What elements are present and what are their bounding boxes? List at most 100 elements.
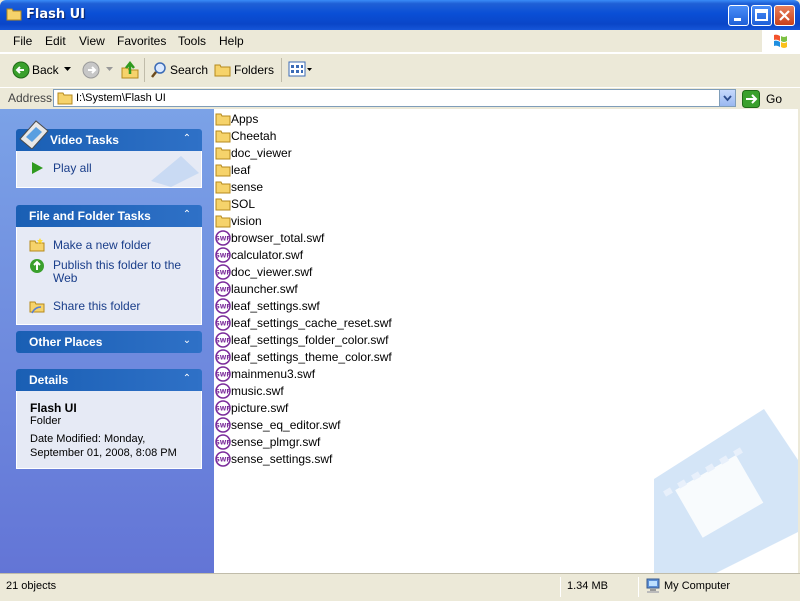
address-bar: Address I:\System\Flash UI Go xyxy=(0,87,800,110)
make-new-folder-label: Make a new folder xyxy=(53,238,152,252)
windows-flag-icon xyxy=(774,34,787,48)
title-bar[interactable]: Flash UI xyxy=(0,0,800,30)
file-name: browser_total.swf xyxy=(231,231,325,245)
chevron-down-icon xyxy=(723,95,732,102)
chevron-up-icon[interactable]: ⌃ xyxy=(180,208,194,222)
svg-text:SWF: SWF xyxy=(215,457,230,464)
maximize-icon xyxy=(755,9,768,21)
file-name: picture.swf xyxy=(231,401,289,415)
folder-icon xyxy=(215,215,231,228)
file-folder-tasks-header[interactable]: File and Folder Tasks ⌃ xyxy=(16,205,202,227)
file-name: launcher.swf xyxy=(231,282,298,296)
forward-dropdown-icon[interactable] xyxy=(106,67,113,72)
toolbar-separator xyxy=(144,58,145,82)
swf-file-icon: SWF xyxy=(215,349,231,365)
file-name: music.swf xyxy=(231,384,284,398)
publish-folder-label: Publish this folder to the Web xyxy=(53,258,182,285)
search-label: Search xyxy=(170,63,209,77)
swf-file-icon: SWF xyxy=(215,247,231,263)
file-name: SOL xyxy=(231,197,256,211)
details-modified-line1: Date Modified: Monday, xyxy=(30,433,146,445)
file-name: Apps xyxy=(231,112,259,126)
svg-text:SWF: SWF xyxy=(215,389,230,396)
folders-label: Folders xyxy=(234,63,275,77)
svg-text:SWF: SWF xyxy=(215,270,230,277)
other-places-header[interactable]: Other Places ⌄ xyxy=(16,331,202,353)
details-modified-line2: September 01, 2008, 8:08 PM xyxy=(30,447,177,459)
folders-button[interactable]: Folders xyxy=(212,58,274,82)
menu-file[interactable]: File xyxy=(13,34,32,48)
file-name: leaf_settings_theme_color.swf xyxy=(231,350,392,364)
views-icon xyxy=(288,61,312,77)
status-size-cell: 1.34 MB xyxy=(560,577,637,597)
chevron-up-icon[interactable]: ⌃ xyxy=(180,132,194,146)
details-type: Folder xyxy=(30,415,62,427)
svg-text:SWF: SWF xyxy=(215,321,230,328)
svg-text:SWF: SWF xyxy=(215,304,230,311)
details-body: Flash UI Folder Date Modified: Monday, S… xyxy=(16,391,202,469)
toolbar: Back Search Folders xyxy=(0,53,800,88)
other-places-title: Other Places xyxy=(29,335,103,349)
go-label: Go xyxy=(766,92,783,106)
close-button[interactable] xyxy=(774,5,795,26)
minimize-icon xyxy=(734,18,741,21)
address-dropdown-button[interactable] xyxy=(719,90,735,106)
file-name: leaf_settings_folder_color.swf xyxy=(231,333,389,347)
swf-file-icon: SWF xyxy=(215,434,231,450)
chevron-up-icon[interactable]: ⌃ xyxy=(180,372,194,386)
file-name: doc_viewer xyxy=(231,146,292,160)
task-pane: Video Tasks ⌃ Play all File and Folder T… xyxy=(0,109,214,573)
file-list[interactable]: Apps Cheetah doc_viewer leaf sense SOL vision S… xyxy=(214,109,798,573)
menu-tools[interactable]: Tools xyxy=(178,34,206,48)
file-name: Cheetah xyxy=(231,129,277,143)
svg-text:SWF: SWF xyxy=(215,338,230,345)
details-panel: Details ⌃ Flash UI Folder Date Modified:… xyxy=(16,369,202,469)
go-button[interactable]: Go xyxy=(742,90,796,108)
folder-icon xyxy=(215,198,231,211)
forward-arrow-icon[interactable] xyxy=(82,61,100,79)
menu-view[interactable]: View xyxy=(79,34,105,48)
search-button[interactable]: Search xyxy=(148,58,208,82)
file-name: leaf_settings_cache_reset.swf xyxy=(231,316,392,330)
file-folder-tasks-panel: File and Folder Tasks ⌃ Make a new folde… xyxy=(16,205,202,325)
play-icon xyxy=(32,162,43,174)
swf-file-icon: SWF xyxy=(215,230,231,246)
maximize-button[interactable] xyxy=(751,5,772,26)
swf-file-icon: SWF xyxy=(215,366,231,382)
my-computer-icon xyxy=(646,578,660,593)
minimize-button[interactable] xyxy=(728,5,749,26)
file-name: sense xyxy=(231,180,264,194)
back-button[interactable]: Back xyxy=(10,58,72,82)
swf-file-icon: SWF xyxy=(215,315,231,331)
play-all-label: Play all xyxy=(53,161,92,175)
menu-favorites[interactable]: Favorites xyxy=(117,34,166,48)
toolbar-separator xyxy=(281,58,282,82)
folder-icon xyxy=(6,8,22,21)
filmstrip-watermark-icon xyxy=(151,156,199,187)
go-arrow-icon xyxy=(742,90,760,108)
swf-file-icon: SWF xyxy=(215,281,231,297)
svg-text:SWF: SWF xyxy=(215,355,230,362)
file-folder-tasks-title: File and Folder Tasks xyxy=(29,209,151,223)
swf-file-icon: SWF xyxy=(215,400,231,416)
menu-edit[interactable]: Edit xyxy=(45,34,66,48)
details-title: Details xyxy=(29,373,69,387)
address-input[interactable]: I:\System\Flash UI xyxy=(53,89,736,107)
up-folder-icon[interactable] xyxy=(120,60,140,80)
menu-help[interactable]: Help xyxy=(219,34,244,48)
share-folder-label: Share this folder xyxy=(53,299,141,313)
share-folder-icon xyxy=(29,301,45,314)
window-title: Flash UI xyxy=(26,7,86,22)
folder-icon xyxy=(215,113,231,126)
close-icon xyxy=(779,10,790,21)
details-header[interactable]: Details ⌃ xyxy=(16,369,202,391)
svg-text:SWF: SWF xyxy=(215,253,230,260)
back-dropdown-icon[interactable] xyxy=(64,67,71,72)
swf-file-icon: SWF xyxy=(215,264,231,280)
video-tasks-body: Play all xyxy=(16,151,202,188)
back-arrow-icon xyxy=(12,61,30,79)
chevron-down-icon[interactable]: ⌄ xyxy=(180,334,194,348)
address-value: I:\System\Flash UI xyxy=(76,92,166,104)
new-folder-icon xyxy=(29,238,45,252)
views-button[interactable] xyxy=(287,60,313,80)
